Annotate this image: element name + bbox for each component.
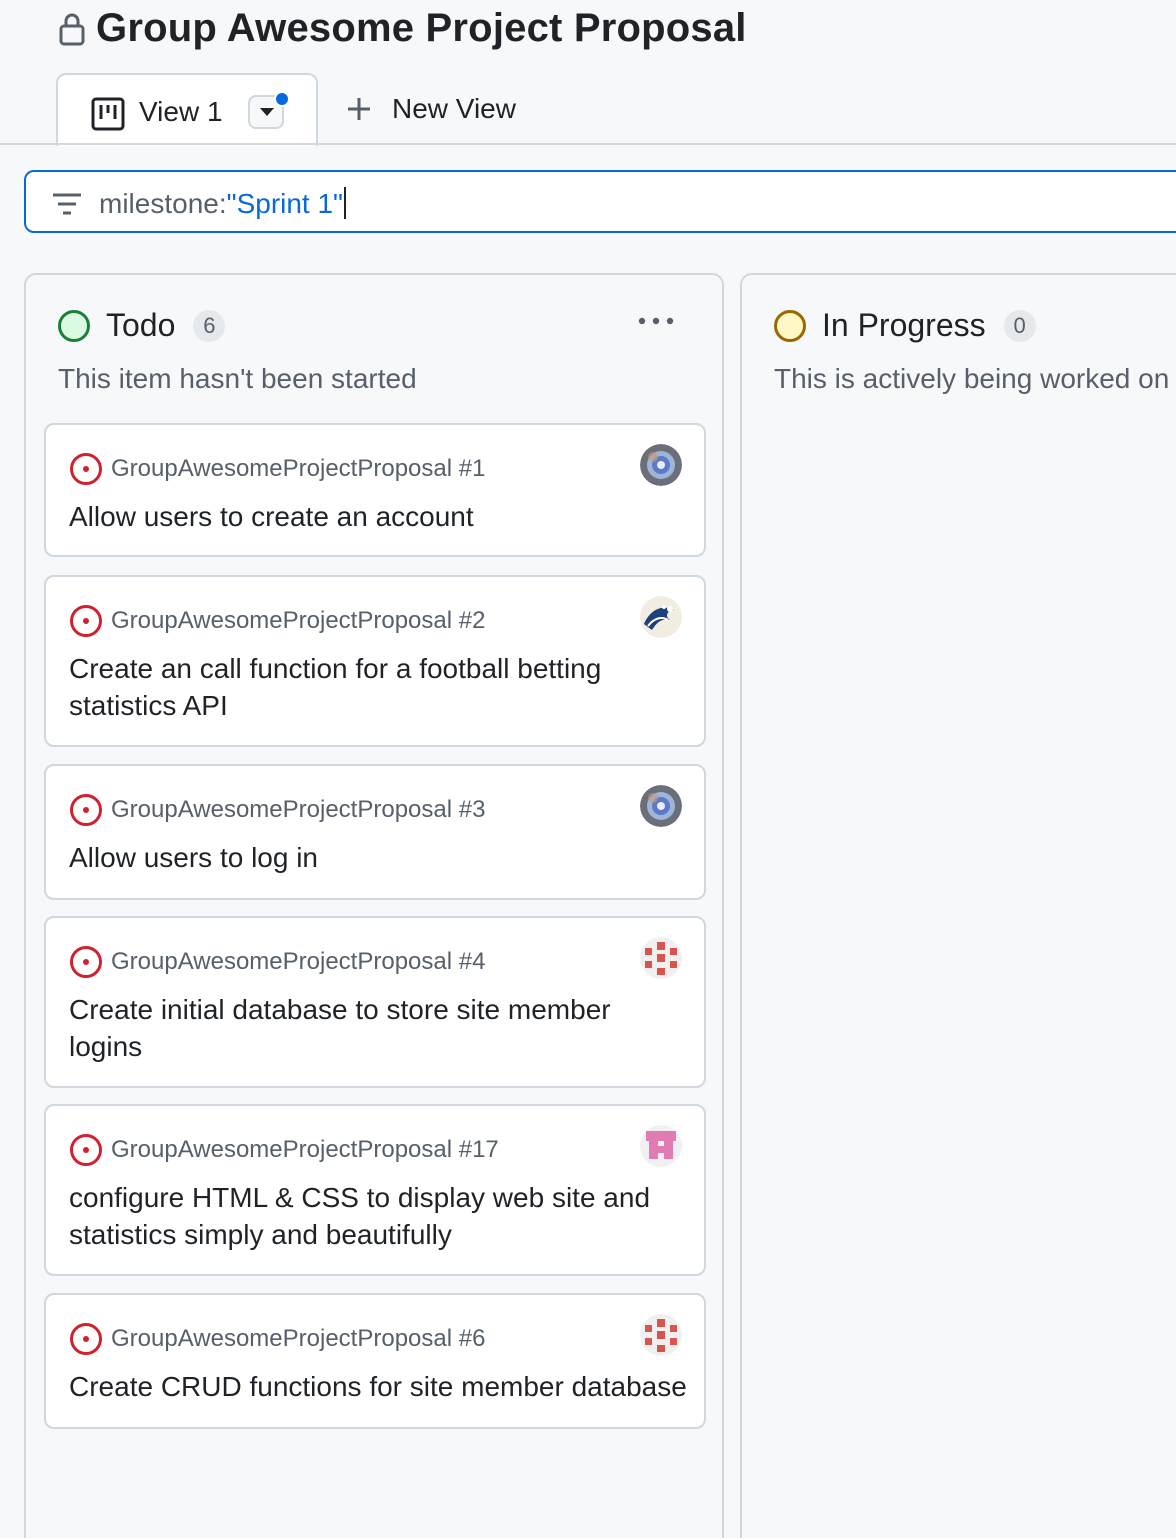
avatar[interactable] <box>640 937 682 979</box>
issue-card[interactable]: GroupAwesomeProjectProposal #4 Create in… <box>44 916 706 1088</box>
issue-card[interactable]: GroupAwesomeProjectProposal #2 Create an… <box>44 575 706 747</box>
card-title[interactable]: configure HTML & CSS to display web site… <box>69 1179 689 1253</box>
project-header: Group Awesome Project Proposal View 1 Ne… <box>0 0 1176 146</box>
lock-icon <box>59 13 85 45</box>
issue-opened-icon <box>70 1323 102 1355</box>
column-description: This is actively being worked on <box>774 363 1170 394</box>
column-todo: Todo 6 This item hasn't been started Gro… <box>24 273 724 1538</box>
column-in-progress: In Progress 0 This is actively being wor… <box>740 273 1176 1538</box>
card-meta: GroupAwesomeProjectProposal #1 <box>69 452 485 486</box>
card-meta: GroupAwesomeProjectProposal #6 <box>69 1322 485 1356</box>
tab-view-1-label: View 1 <box>139 96 223 127</box>
avatar[interactable] <box>640 1314 682 1356</box>
card-title[interactable]: Create initial database to store site me… <box>69 991 689 1065</box>
card-meta: GroupAwesomeProjectProposal #2 <box>69 604 485 638</box>
card-title[interactable]: Allow users to log in <box>69 839 689 876</box>
issue-opened-icon <box>70 1134 102 1166</box>
issue-card[interactable]: GroupAwesomeProjectProposal #6 Create CR… <box>44 1293 706 1429</box>
card-meta: GroupAwesomeProjectProposal #17 <box>69 1133 499 1167</box>
avatar[interactable] <box>640 1125 682 1167</box>
filter-value: "Sprint 1" <box>226 188 343 219</box>
avatar[interactable] <box>640 785 682 827</box>
avatar[interactable] <box>640 596 682 638</box>
card-meta: GroupAwesomeProjectProposal #4 <box>69 945 485 979</box>
issue-opened-icon <box>70 453 102 485</box>
issue-card[interactable]: GroupAwesomeProjectProposal #3 Allow use… <box>44 764 706 900</box>
card-title[interactable]: Create CRUD functions for site member da… <box>69 1368 689 1405</box>
kebab-horizontal-icon[interactable] <box>636 315 676 327</box>
card-repo-link[interactable]: GroupAwesomeProjectProposal #2 <box>111 607 485 635</box>
filter-icon <box>53 193 81 215</box>
plus-icon <box>348 98 370 120</box>
issue-opened-icon <box>70 605 102 637</box>
card-title[interactable]: Allow users to create an account <box>69 498 689 535</box>
card-title[interactable]: Create an call function for a football b… <box>69 650 689 724</box>
new-view-label: New View <box>392 93 516 124</box>
issue-opened-icon <box>70 946 102 978</box>
in-progress-status-icon <box>774 309 806 342</box>
issue-opened-icon <box>70 794 102 826</box>
project-title: Group Awesome Project Proposal <box>96 6 747 50</box>
card-repo-link[interactable]: GroupAwesomeProjectProposal #4 <box>111 948 485 976</box>
text-cursor <box>344 187 346 219</box>
column-description: This item hasn't been started <box>58 363 417 394</box>
card-meta: GroupAwesomeProjectProposal #3 <box>69 793 485 827</box>
avatar[interactable] <box>640 444 682 486</box>
column-count: 6 <box>193 309 226 342</box>
caret-down-icon <box>260 108 274 116</box>
tabs-divider <box>0 143 1176 145</box>
card-repo-link[interactable]: GroupAwesomeProjectProposal #3 <box>111 796 485 824</box>
column-name: Todo <box>106 307 176 343</box>
filter-qualifier: milestone: <box>99 188 227 219</box>
new-view-button[interactable]: New View <box>345 93 516 125</box>
column-count: 0 <box>1003 309 1036 342</box>
project-board-page: Group Awesome Project Proposal View 1 Ne… <box>0 0 1176 1538</box>
issue-card[interactable]: GroupAwesomeProjectProposal #17 configur… <box>44 1104 706 1276</box>
board-icon <box>91 97 125 131</box>
filter-query: milestone:"Sprint 1" <box>99 187 346 220</box>
column-header: Todo 6 <box>58 307 226 344</box>
todo-status-icon <box>58 309 90 342</box>
unsaved-changes-dot <box>274 91 290 107</box>
card-repo-link[interactable]: GroupAwesomeProjectProposal #1 <box>111 455 485 483</box>
column-name: In Progress <box>822 307 986 343</box>
column-header: In Progress 0 <box>774 307 1036 344</box>
tab-view-1[interactable]: View 1 <box>56 73 318 146</box>
card-repo-link[interactable]: GroupAwesomeProjectProposal #6 <box>111 1325 485 1353</box>
issue-card[interactable]: GroupAwesomeProjectProposal #1 Allow use… <box>44 423 706 557</box>
filter-input[interactable]: milestone:"Sprint 1" <box>24 170 1176 233</box>
card-repo-link[interactable]: GroupAwesomeProjectProposal #17 <box>111 1136 499 1164</box>
title-row: Group Awesome Project Proposal <box>58 6 747 51</box>
